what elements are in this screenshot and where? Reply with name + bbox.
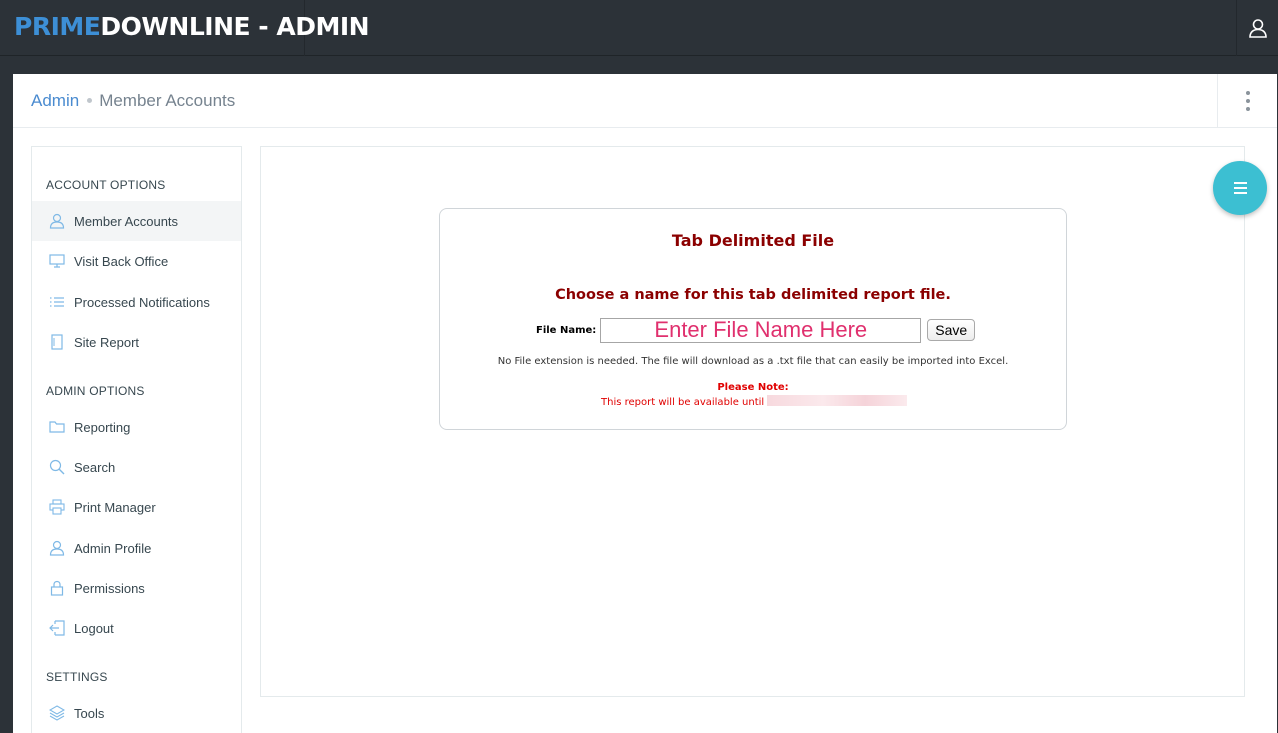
- kebab-dot: [1245, 91, 1250, 95]
- sidebar-item-label: Print Manager: [74, 499, 156, 515]
- sidebar-item-processed-notifications[interactable]: Processed Notifications: [32, 282, 241, 322]
- sidebar-item-label: Admin Profile: [74, 540, 152, 556]
- sidebar-item-admin-profile[interactable]: Admin Profile: [32, 528, 241, 568]
- note-text: This report will be available until: [601, 395, 908, 408]
- document-icon: [48, 333, 66, 351]
- menu-icon-bar: [1233, 182, 1247, 184]
- brand-prime: PRIME: [14, 12, 101, 41]
- section-title-account-options: ACCOUNT OPTIONS: [46, 178, 166, 192]
- breadcrumb-bar: Admin Member Accounts: [13, 74, 1277, 128]
- sidebar-item-label: Visit Back Office: [74, 253, 169, 269]
- sidebar-item-visit-back-office[interactable]: Visit Back Office: [32, 241, 241, 281]
- tab-delimited-file-card: Tab Delimited File Choose a name for thi…: [439, 208, 1067, 430]
- brand-logo[interactable]: PRIMEDOWNLINE - ADMIN: [0, 0, 370, 56]
- lock-icon: [48, 579, 66, 597]
- kebab-dot: [1245, 107, 1250, 111]
- save-button[interactable]: Save: [927, 319, 976, 341]
- monitor-icon: [48, 252, 66, 270]
- floating-menu-button[interactable]: [1213, 161, 1267, 215]
- more-options-button[interactable]: [1217, 74, 1277, 128]
- sidebar-item-site-report[interactable]: Site Report: [32, 322, 241, 362]
- sidebar: ACCOUNT OPTIONS Member Accounts Visit Ba…: [31, 146, 242, 733]
- top-navbar: PRIMEDOWNLINE - ADMIN: [0, 0, 1278, 56]
- sidebar-item-label: Site Report: [74, 334, 140, 350]
- breadcrumb-separator: [87, 98, 93, 103]
- breadcrumb: Admin Member Accounts: [31, 91, 235, 111]
- logout-icon: [48, 619, 66, 637]
- file-name-input[interactable]: [600, 317, 922, 343]
- user-icon: [48, 212, 66, 230]
- file-extension-hint: No File extension is needed. The file wi…: [497, 356, 1009, 367]
- file-name-row: File Name: Save: [536, 317, 976, 343]
- sidebar-item-label: Logout: [74, 620, 114, 636]
- user-menu-button[interactable]: [1236, 0, 1278, 56]
- sidebar-item-permissions[interactable]: Permissions: [32, 568, 241, 608]
- kebab-dot: [1245, 99, 1250, 103]
- card-subtitle: Choose a name for this tab delimited rep…: [555, 287, 951, 303]
- main-content: Tab Delimited File Choose a name for thi…: [260, 146, 1245, 697]
- redacted-date: [767, 395, 908, 406]
- sidebar-item-label: Processed Notifications: [74, 294, 210, 310]
- menu-icon-bar: [1233, 187, 1247, 189]
- brand-title: DOWNLINE - ADMIN: [100, 12, 370, 41]
- availability-text: This report will be available until: [601, 397, 765, 408]
- sidebar-item-tools[interactable]: Tools: [32, 693, 241, 733]
- sidebar-item-reporting[interactable]: Reporting: [32, 407, 241, 447]
- sidebar-item-member-accounts[interactable]: Member Accounts: [32, 201, 241, 241]
- menu-icon-bar: [1233, 192, 1247, 194]
- layers-icon: [48, 704, 66, 722]
- sidebar-item-print-manager[interactable]: Print Manager: [32, 487, 241, 527]
- section-title-settings: SETTINGS: [46, 670, 108, 684]
- breadcrumb-current: Member Accounts: [99, 91, 236, 110]
- search-icon: [48, 458, 66, 476]
- sidebar-item-label: Permissions: [74, 580, 145, 596]
- sidebar-item-label: Tools: [74, 705, 105, 721]
- sidebar-item-search[interactable]: Search: [32, 447, 241, 487]
- sidebar-item-logout[interactable]: Logout: [32, 608, 241, 648]
- user-icon: [48, 539, 66, 557]
- folder-icon: [48, 418, 66, 436]
- list-icon: [48, 293, 66, 311]
- card-title: Tab Delimited File: [671, 231, 835, 250]
- file-name-label: File Name:: [536, 324, 597, 336]
- page-container: Admin Member Accounts ACCOUNT OPTIONS Mem…: [13, 74, 1277, 733]
- section-title-admin-options: ADMIN OPTIONS: [46, 384, 145, 398]
- sidebar-item-label: Member Accounts: [74, 213, 179, 229]
- printer-icon: [48, 498, 66, 516]
- user-icon: [1248, 19, 1267, 38]
- breadcrumb-admin-link[interactable]: Admin: [31, 91, 79, 110]
- sidebar-item-label: Search: [74, 459, 116, 475]
- sidebar-item-label: Reporting: [74, 419, 131, 435]
- note-heading: Please Note:: [717, 382, 789, 393]
